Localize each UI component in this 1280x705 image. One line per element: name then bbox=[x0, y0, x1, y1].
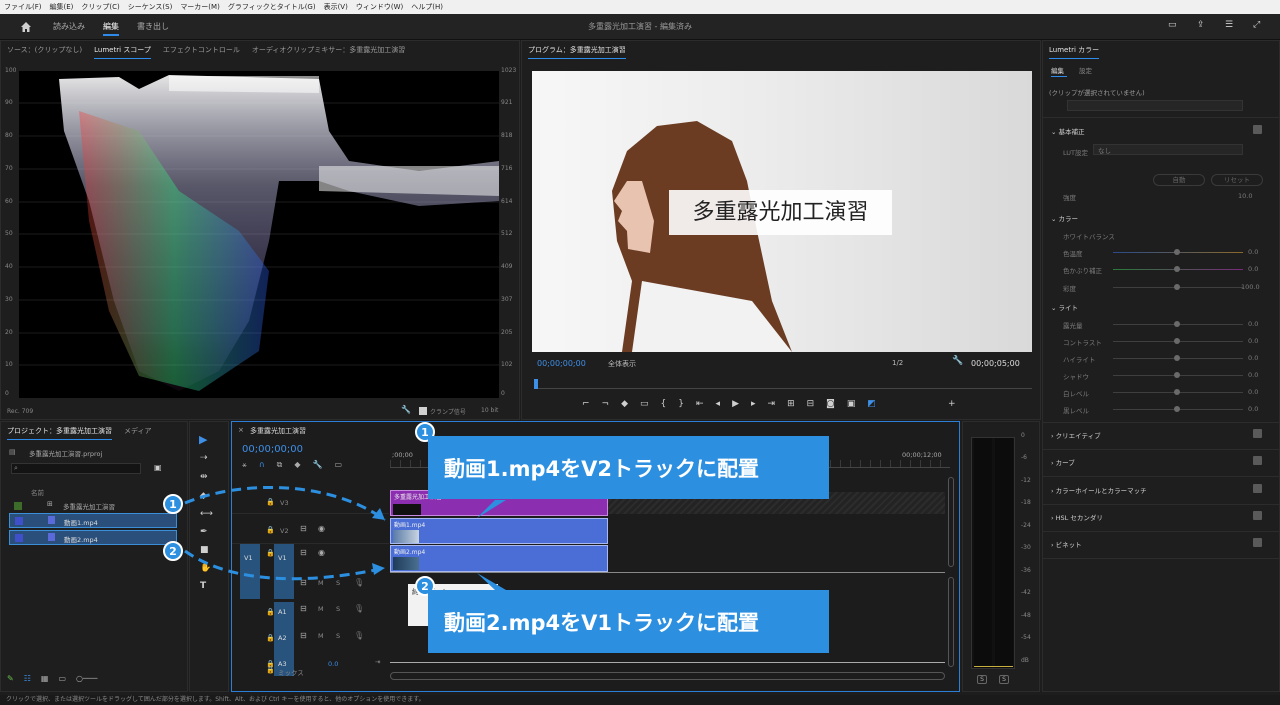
callout-step-1: 動画1.mp4をV2トラックに配置 bbox=[428, 436, 829, 499]
step-badge-2: 2 bbox=[163, 541, 183, 561]
status-bar: クリックで選択、または選択ツールをドラッグして囲んだ部分を選択します。Shift… bbox=[0, 695, 1280, 705]
callout-step-2: 動画2.mp4をV1トラックに配置 bbox=[428, 590, 829, 653]
step-badge-1: 1 bbox=[163, 494, 183, 514]
